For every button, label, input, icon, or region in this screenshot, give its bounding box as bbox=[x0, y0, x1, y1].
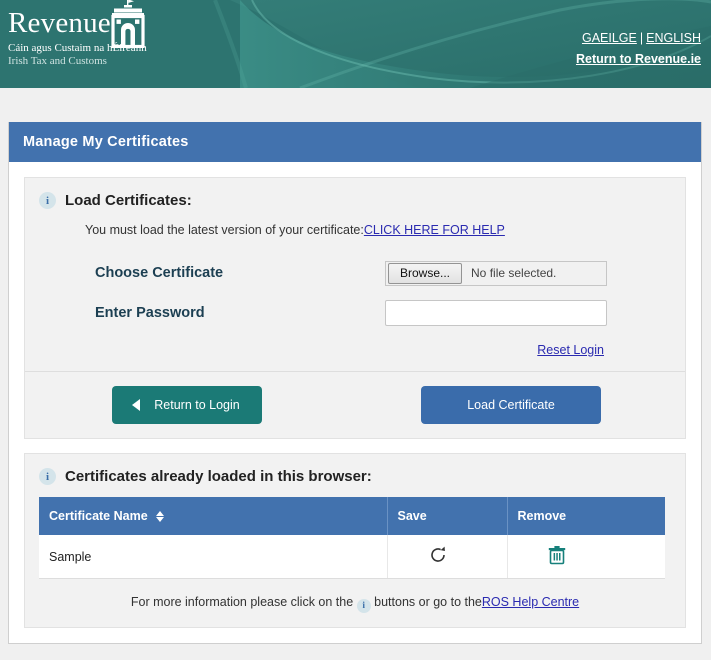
cell-certificate-name: Sample bbox=[39, 535, 388, 579]
page-title: Manage My Certificates bbox=[9, 122, 701, 162]
sort-arrows-icon[interactable] bbox=[155, 510, 164, 522]
ros-help-centre-link[interactable]: ROS Help Centre bbox=[482, 595, 579, 609]
footer-note: For more information please click on the… bbox=[25, 579, 685, 627]
certificate-file-input[interactable]: Browse... No file selected. bbox=[385, 260, 607, 286]
column-label-certificate-name: Certificate Name bbox=[49, 509, 148, 523]
file-status-text: No file selected. bbox=[471, 266, 557, 280]
load-note-text: You must load the latest version of your… bbox=[85, 223, 364, 237]
sort-descending-icon bbox=[155, 516, 164, 522]
revenue-crest-icon bbox=[111, 0, 145, 48]
loaded-certificates-heading-row: i Certificates already loaded in this br… bbox=[25, 454, 685, 493]
column-header-save: Save bbox=[387, 497, 508, 535]
loaded-certificates-heading: Certificates already loaded in this brow… bbox=[65, 468, 372, 485]
click-here-for-help-link[interactable]: CLICK HERE FOR HELP bbox=[364, 223, 505, 237]
footer-note-before: For more information please click on the bbox=[130, 595, 354, 609]
column-header-certificate-name[interactable]: Certificate Name bbox=[39, 497, 388, 535]
brand-english-subtitle: Irish Tax and Customs bbox=[8, 55, 107, 67]
load-certificates-heading: Load Certificates: bbox=[65, 192, 192, 209]
triangle-left-icon bbox=[132, 399, 141, 411]
table-row: Sample bbox=[39, 535, 665, 579]
choose-certificate-row: Choose Certificate Browse... No file sel… bbox=[25, 253, 685, 293]
return-to-revenue-link[interactable]: Return to Revenue.ie bbox=[576, 49, 701, 69]
load-certificates-panel: i Load Certificates: You must load the l… bbox=[24, 177, 686, 439]
load-certificate-button[interactable]: Load Certificate bbox=[421, 386, 601, 424]
info-icon[interactable]: i bbox=[39, 192, 56, 209]
language-separator: | bbox=[639, 31, 644, 45]
browse-button[interactable]: Browse... bbox=[388, 262, 463, 284]
manage-certificates-card: Manage My Certificates i Load Certificat… bbox=[8, 122, 702, 644]
refresh-icon[interactable] bbox=[428, 545, 448, 568]
reset-login-link[interactable]: Reset Login bbox=[537, 343, 604, 357]
password-input[interactable] bbox=[385, 300, 607, 326]
site-header: Revenue Cáin agus Custaim na hÉireann Ir… bbox=[0, 0, 711, 88]
language-link-gaeilge[interactable]: GAEILGE bbox=[582, 31, 637, 45]
header-links: GAEILGE | ENGLISH Return to Revenue.ie bbox=[576, 28, 701, 69]
sort-ascending-icon bbox=[155, 510, 164, 516]
loaded-certificates-panel: i Certificates already loaded in this br… bbox=[24, 453, 686, 628]
trash-icon[interactable] bbox=[548, 545, 566, 568]
choose-certificate-label: Choose Certificate bbox=[95, 265, 224, 281]
cell-remove bbox=[507, 535, 665, 579]
return-to-login-label: Return to Login bbox=[154, 398, 240, 412]
column-header-remove: Remove bbox=[507, 497, 665, 535]
enter-password-label: Enter Password bbox=[95, 305, 205, 321]
cell-save bbox=[387, 535, 508, 579]
info-icon[interactable]: i bbox=[39, 468, 56, 485]
info-icon[interactable]: i bbox=[356, 599, 371, 613]
certificates-table: Certificate Name Save Remove Sample bbox=[39, 497, 665, 579]
load-certificate-label: Load Certificate bbox=[467, 398, 555, 412]
card-body: i Load Certificates: You must load the l… bbox=[9, 162, 701, 643]
footer-note-middle: buttons or go to the bbox=[374, 595, 482, 609]
load-note: You must load the latest version of your… bbox=[25, 217, 685, 253]
certificates-table-head: Certificate Name Save Remove bbox=[39, 497, 665, 535]
action-button-row: Return to Login Load Certificate bbox=[25, 372, 685, 438]
return-to-login-button[interactable]: Return to Login bbox=[112, 386, 262, 424]
certificates-table-body: Sample bbox=[39, 535, 665, 579]
enter-password-row: Enter Password bbox=[25, 293, 685, 333]
reset-login-row: Reset Login bbox=[25, 333, 685, 371]
language-link-english[interactable]: ENGLISH bbox=[646, 31, 701, 45]
lang-links: GAEILGE | ENGLISH bbox=[582, 31, 701, 45]
load-certificates-heading-row: i Load Certificates: bbox=[25, 178, 685, 217]
table-header-row: Certificate Name Save Remove bbox=[39, 497, 665, 535]
